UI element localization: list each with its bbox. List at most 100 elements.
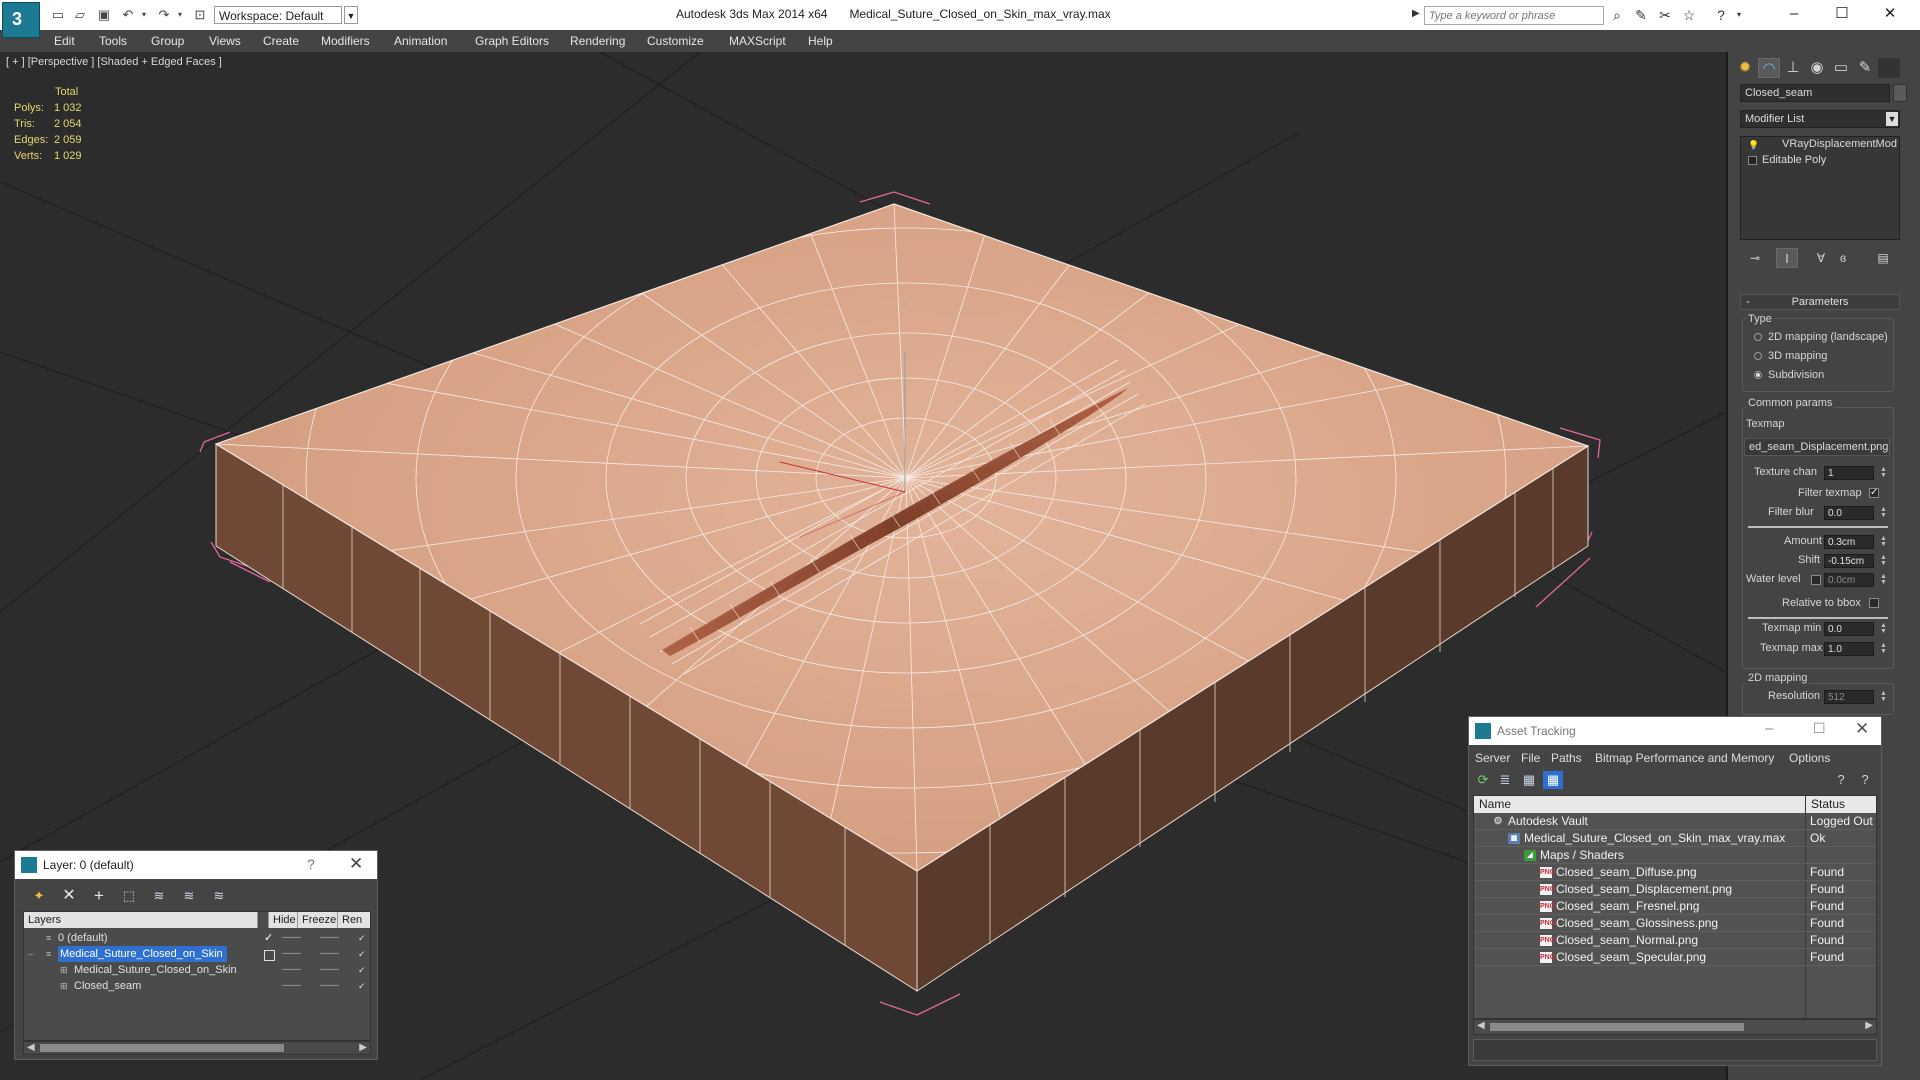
help-icon[interactable]: ? [307, 856, 315, 872]
filter-blur-spinner[interactable]: 0.0 [1824, 506, 1874, 520]
spinner-arrows-icon[interactable]: ▲ ▼ [1880, 690, 1887, 703]
hide-toggle[interactable]: —— [282, 962, 301, 978]
freeze-all-icon[interactable]: ≋ [209, 887, 229, 905]
hide-toggle[interactable]: —— [282, 946, 301, 962]
expand-toggle-icon[interactable] [1748, 156, 1757, 165]
scroll-thumb[interactable] [40, 1044, 284, 1052]
menu-modifiers[interactable]: Modifiers [321, 32, 370, 50]
asset-menu-paths[interactable]: Paths [1551, 751, 1582, 765]
subscription-icon[interactable]: ✎ [1632, 7, 1650, 23]
object-name-field[interactable]: Closed_seam [1740, 84, 1890, 102]
texmap-button[interactable]: ed_seam_Displacement.png) [1744, 438, 1890, 456]
asset-row[interactable]: PNG Closed_seam_Glossiness.png Found [1474, 915, 1876, 932]
minimize-button[interactable]: – [1774, 3, 1814, 25]
scroll-right-icon[interactable]: ▶ [359, 1042, 367, 1053]
stack-item-editable-poly[interactable]: Editable Poly [1762, 154, 1826, 166]
utilities-tab-icon[interactable]: ✎ [1854, 58, 1876, 78]
render-toggle-icon[interactable]: ✓ [358, 930, 366, 946]
stack-item-vray-displacement[interactable]: VRayDisplacementMod [1782, 138, 1897, 150]
object-color-swatch[interactable] [1893, 84, 1907, 102]
create-tab-icon[interactable]: ✹ [1734, 58, 1756, 78]
scroll-right-icon[interactable]: ▶ [1865, 1020, 1873, 1031]
object-row[interactable]: ⊞ Medical_Suture_Closed_on_Skin —— —— ✓ [24, 962, 370, 978]
redo-dropdown-icon[interactable]: ▾ [172, 7, 188, 23]
highlight-layer-icon[interactable]: ≋ [149, 887, 169, 905]
filter-texmap-checkbox[interactable]: ✓ [1869, 488, 1879, 498]
hide-toggle[interactable]: —— [282, 978, 301, 994]
column-header-name[interactable]: Name [1474, 796, 1806, 813]
menu-graph-editors[interactable]: Graph Editors [475, 32, 549, 50]
workspace-dropdown-icon[interactable]: ▼ [344, 6, 358, 24]
layer-dialog-titlebar[interactable]: Layer: 0 (default) ? ✕ [15, 851, 377, 879]
panel-scroll-icon[interactable] [1878, 58, 1900, 78]
scroll-left-icon[interactable]: ◀ [27, 1042, 35, 1053]
hide-toggle[interactable]: —— [282, 930, 301, 946]
close-button[interactable]: ✕ [1870, 3, 1910, 25]
context-help-icon[interactable]: ? [1855, 771, 1875, 789]
texmap-min-spinner[interactable]: 0.0 [1824, 622, 1874, 636]
modify-tab-icon[interactable]: ◠ [1758, 58, 1780, 78]
resolution-spinner[interactable]: 512 [1824, 690, 1874, 704]
undo-icon[interactable]: ↶ [120, 7, 136, 23]
list-view-icon[interactable]: ≣ [1495, 771, 1515, 789]
menu-maxscript[interactable]: MAXScript [729, 32, 786, 50]
search-input[interactable] [1424, 6, 1604, 25]
spinner-arrows-icon[interactable]: ▲ ▼ [1880, 535, 1887, 548]
radio-2d-mapping[interactable] [1754, 333, 1762, 341]
motion-tab-icon[interactable]: ◉ [1806, 58, 1828, 78]
asset-row[interactable]: ◢ Maps / Shaders [1474, 847, 1876, 864]
hide-all-icon[interactable]: ≋ [179, 887, 199, 905]
asset-horizontal-scrollbar[interactable]: ◀ ▶ [1473, 1019, 1877, 1035]
show-end-result-icon[interactable]: Ⅰ [1776, 248, 1798, 268]
menu-create[interactable]: Create [263, 32, 299, 50]
favorites-star-icon[interactable]: ☆ [1680, 7, 1698, 23]
undo-dropdown-icon[interactable]: ▾ [136, 7, 152, 23]
display-tab-icon[interactable]: ▭ [1830, 58, 1852, 78]
asset-row[interactable]: PNG Closed_seam_Diffuse.png Found [1474, 864, 1876, 881]
binoculars-icon[interactable]: ⌕ [1608, 7, 1626, 23]
modifier-list-arrow-icon[interactable]: ▼ [1886, 112, 1898, 126]
freeze-toggle[interactable]: —— [320, 962, 339, 978]
amount-spinner[interactable]: 0.3cm [1824, 535, 1874, 549]
render-toggle-icon[interactable]: ✓ [358, 946, 366, 962]
close-icon[interactable]: ✕ [349, 854, 363, 874]
open-file-icon[interactable]: ▱ [72, 7, 88, 23]
configure-modifier-sets-icon[interactable]: ▤ [1872, 248, 1894, 268]
viewport-label[interactable]: [ + ] [Perspective ] [Shaded + Edged Fac… [6, 56, 222, 68]
shift-spinner[interactable]: -0.15cm [1824, 554, 1874, 568]
communication-center-icon[interactable]: ✂ [1656, 7, 1674, 23]
water-level-checkbox[interactable] [1811, 575, 1821, 585]
spinner-arrows-icon[interactable]: ▲ ▼ [1880, 573, 1887, 586]
menu-group[interactable]: Group [151, 32, 184, 50]
workspace-select[interactable]: Workspace: Default [214, 6, 342, 24]
spinner-arrows-icon[interactable]: ▲ ▼ [1880, 622, 1887, 635]
water-level-spinner[interactable]: 0.0cm [1824, 573, 1874, 587]
menu-edit[interactable]: Edit [54, 32, 75, 50]
menu-views[interactable]: Views [209, 32, 241, 50]
save-file-icon[interactable]: ▣ [96, 7, 112, 23]
table-view-icon[interactable]: ▦ [1543, 771, 1563, 789]
column-header-hide[interactable]: Hide [268, 912, 298, 928]
column-header-render[interactable]: Ren [338, 912, 370, 928]
layer-horizontal-scrollbar[interactable]: ◀ ▶ [23, 1041, 371, 1055]
redo-icon[interactable]: ↷ [156, 7, 172, 23]
remove-modifier-icon[interactable]: ɞ [1832, 248, 1854, 268]
asset-menu-file[interactable]: File [1521, 751, 1540, 765]
refresh-icon[interactable]: ⟳ [1473, 771, 1493, 789]
asset-menu-server[interactable]: Server [1475, 751, 1510, 765]
asset-row[interactable]: PNG Closed_seam_Displacement.png Found [1474, 881, 1876, 898]
help-icon[interactable]: ? [1831, 771, 1851, 789]
freeze-toggle[interactable]: —— [320, 946, 339, 962]
column-header-layers[interactable]: Layers [24, 912, 258, 928]
freeze-toggle[interactable]: —— [320, 978, 339, 994]
delete-layer-icon[interactable]: ✕ [59, 887, 79, 905]
scroll-thumb[interactable] [1490, 1023, 1744, 1031]
asset-row[interactable]: PNG Closed_seam_Fresnel.png Found [1474, 898, 1876, 915]
column-header-status[interactable]: Status [1806, 796, 1876, 813]
detail-view-icon[interactable]: ▦ [1519, 771, 1539, 789]
texmap-max-spinner[interactable]: 1.0 [1824, 642, 1874, 656]
lightbulb-icon[interactable]: 💡 [1748, 140, 1759, 150]
scroll-left-icon[interactable]: ◀ [1477, 1020, 1485, 1031]
minimize-icon[interactable]: – [1765, 720, 1773, 737]
add-to-layer-icon[interactable]: + [89, 887, 109, 905]
